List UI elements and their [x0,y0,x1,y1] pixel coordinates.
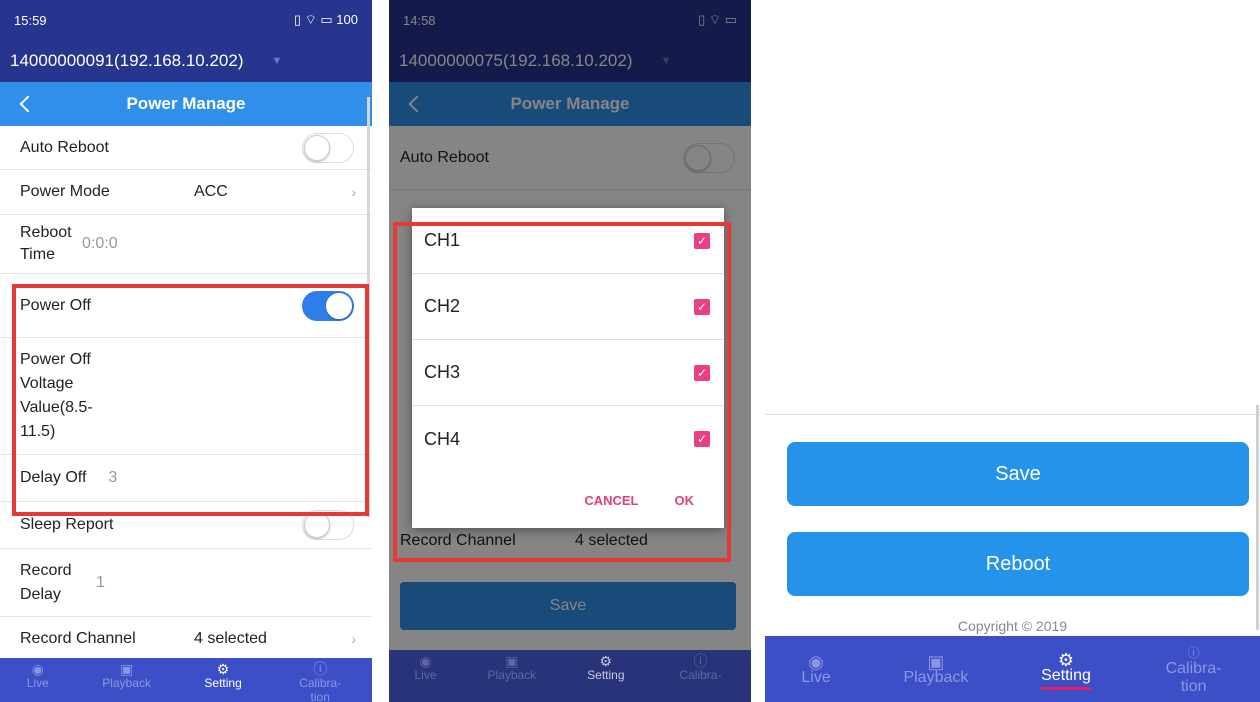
status-time: 15:59 [14,12,47,28]
row-label: Reboot Time [20,224,72,263]
camera-icon: ◉ [808,652,824,672]
button-label: Save [995,462,1041,485]
nav-live[interactable]: ◉ Live [801,651,830,687]
back-arrow-icon[interactable] [19,95,37,113]
row-record-delay[interactable]: Record Delay 1 [0,549,372,617]
nav-label: Setting [587,668,625,682]
nav-label: Calibra-tion [679,668,722,684]
page-title: Power Manage [126,94,246,113]
record-channel-value: 4 selected [194,629,267,647]
camera-icon: ◉ [419,653,432,669]
divider [765,414,1260,415]
nav-label: Calibra-tion [1165,660,1222,695]
nav-live[interactable]: ◉ Live [414,650,436,682]
power-manage-screen-1: 15:59 ▯ ⌔ ▭ 100 14000000091(192.168.10.2… [0,0,372,702]
nav-calibration[interactable]: ⓘCalibra-tion [295,658,345,702]
row-record-channel[interactable]: Record Channel 4 selected › [0,617,372,661]
nav-playback[interactable]: ▣ Playback [903,651,968,687]
reboot-button[interactable]: Reboot [787,532,1249,596]
nav-label: Playback [102,676,151,690]
scrollbar[interactable] [1256,405,1259,630]
save-button[interactable]: Save [787,442,1249,506]
image-icon: ▣ [505,653,519,669]
row-label: Sleep Report [20,516,114,533]
camera-icon: ◉ [31,661,44,677]
device-name: 14000000091(192.168.10.202) [10,51,244,70]
highlight-box [393,222,731,562]
nav-label: Playback [487,668,537,682]
row-label: Record Delay [20,561,72,603]
nav-playback[interactable]: ▣ Playback [487,650,536,682]
nav-calibration[interactable]: ⓘCalibra-tion [1164,642,1224,696]
gear-icon: ⚙ [216,661,230,677]
row-power-mode[interactable]: Power Mode ACC › [0,170,372,215]
nav-calibration[interactable]: ⓘCalibra-tion [675,650,725,684]
nav-label: Setting [204,676,242,690]
chevron-right-icon: › [351,630,356,647]
power-mode-value: ACC [194,183,228,200]
row-label: Auto Reboot [20,138,109,156]
status-icons: ▯ ⌔ ▭ 100 [293,12,358,27]
nav-label: Live [26,676,49,690]
power-manage-screen-2: 14:58 ▯ ⌔ ▭ 14000000075(192.168.10.202) … [389,0,751,702]
row-reboot-time[interactable]: Reboot Time 0:0:0 [0,215,372,274]
image-icon: ▣ [927,652,945,672]
chevron-right-icon: › [351,184,356,200]
nav-setting[interactable]: ⚙ Setting [204,658,241,690]
nav-live[interactable]: ◉ Live [27,658,49,690]
nav-label: Live [801,669,831,686]
info-icon: ⓘ [313,661,328,677]
copyright-text: Copyright © 2019 [957,618,1068,634]
gear-icon: ⚙ [599,653,613,669]
auto-reboot-toggle[interactable] [302,132,354,163]
nav-playback[interactable]: ▣ Playback [102,658,151,690]
row-auto-reboot: Auto Reboot [0,126,372,170]
button-label: Reboot [985,552,1051,575]
row-label: Record Channel [20,629,136,647]
reboot-time-value: 0:0:0 [82,235,118,252]
highlight-box [12,284,369,516]
gear-icon: ⚙ [1057,649,1075,670]
row-label: Power Mode [20,183,110,200]
dropdown-caret-icon: ▼ [271,55,283,67]
record-delay-value: 1 [96,573,105,591]
title-bar: Power Manage [0,82,372,126]
nav-label: Playback [903,669,969,686]
bottom-nav: ◉Live ▣Playback ⚙Setting ⓘCalibra-tion [765,636,1260,702]
nav-label: Calibra-tion [299,676,342,702]
nav-setting[interactable]: ⚙ Setting [587,650,624,682]
info-icon: ⓘ [693,653,708,669]
image-icon: ▣ [119,661,134,677]
bottom-nav: ◉Live ▣Playback ⚙Setting ⓘCalibra-tion [0,658,372,702]
nav-label: Setting [1041,666,1091,684]
bottom-nav: ◉Live ▣Playback ⚙Setting ⓘCalibra-tion [389,650,751,702]
nav-label: Live [414,668,437,682]
save-reboot-screen: Save Reboot Copyright © 2019 ◉ Live ▣ Play… [765,0,1260,702]
device-selector[interactable]: 14000000091(192.168.10.202) ▼ [0,40,372,82]
info-icon: ⓘ [1187,646,1200,660]
nav-setting[interactable]: ⚙ Setting [1041,649,1091,690]
status-bar: 15:59 ▯ ⌔ ▭ 100 [0,0,372,40]
